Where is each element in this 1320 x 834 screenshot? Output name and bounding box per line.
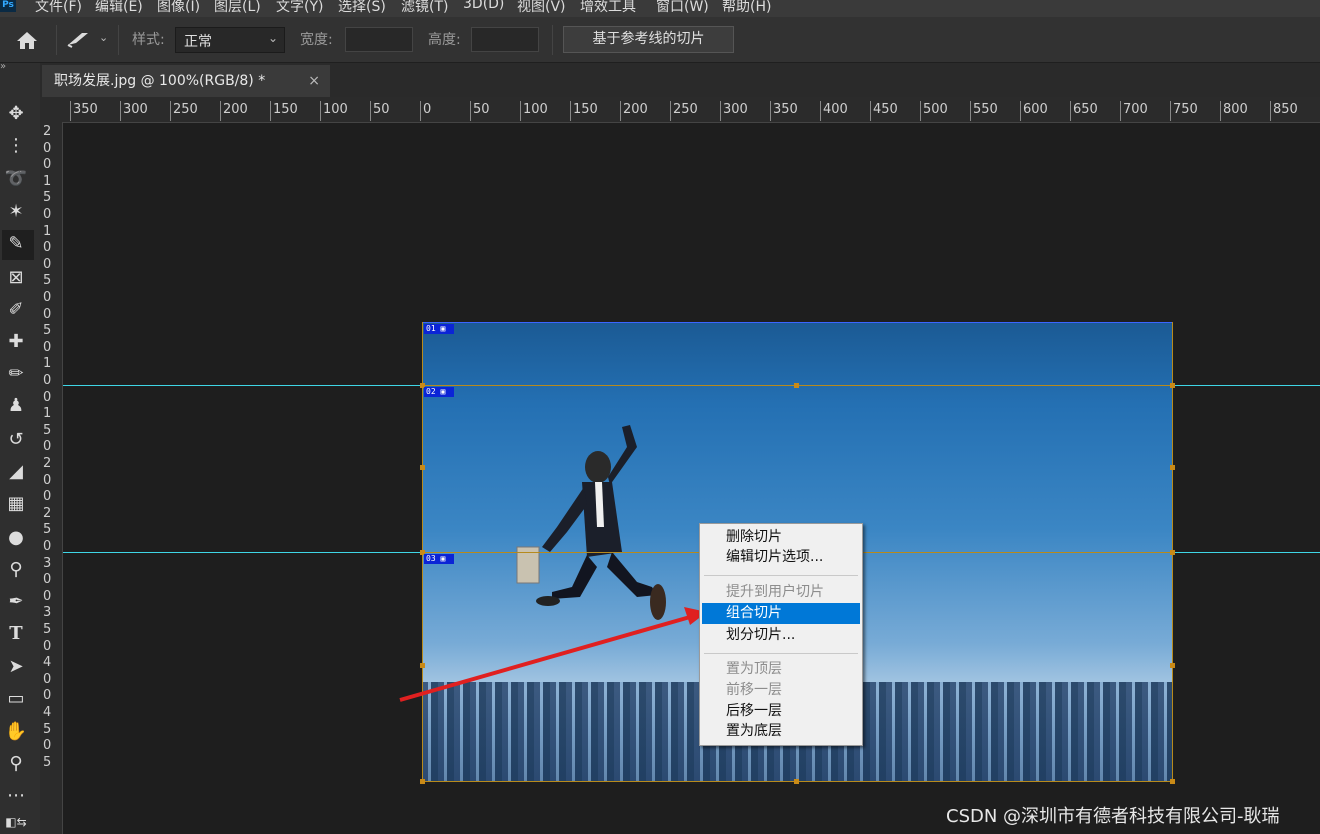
annotation-arrow (399, 607, 707, 702)
menu-separator (704, 653, 858, 654)
menu-item-combine-slices[interactable]: 组合切片 (702, 603, 860, 624)
menu-item-bring-to-front[interactable]: 置为顶层 (702, 659, 860, 680)
watermark: CSDN @深圳市有德者科技有限公司-耿瑞 (946, 806, 1280, 827)
menu-item-send-backward[interactable]: 后移一层 (702, 701, 860, 722)
menu-item-delete-slice[interactable]: 删除切片 (702, 527, 860, 548)
menu-item-edit-slice-options[interactable]: 编辑切片选项... (702, 547, 860, 568)
menu-item-bring-forward[interactable]: 前移一层 (702, 680, 860, 701)
menu-item-send-to-back[interactable]: 置为底层 (702, 721, 860, 742)
menu-separator (704, 575, 858, 576)
menu-item-divide-slice[interactable]: 划分切片... (702, 625, 860, 646)
context-menu: 删除切片 编辑切片选项... 提升到用户切片 组合切片 划分切片... 置为顶层… (699, 523, 863, 746)
menu-item-promote-to-user-slice[interactable]: 提升到用户切片 (702, 582, 860, 603)
